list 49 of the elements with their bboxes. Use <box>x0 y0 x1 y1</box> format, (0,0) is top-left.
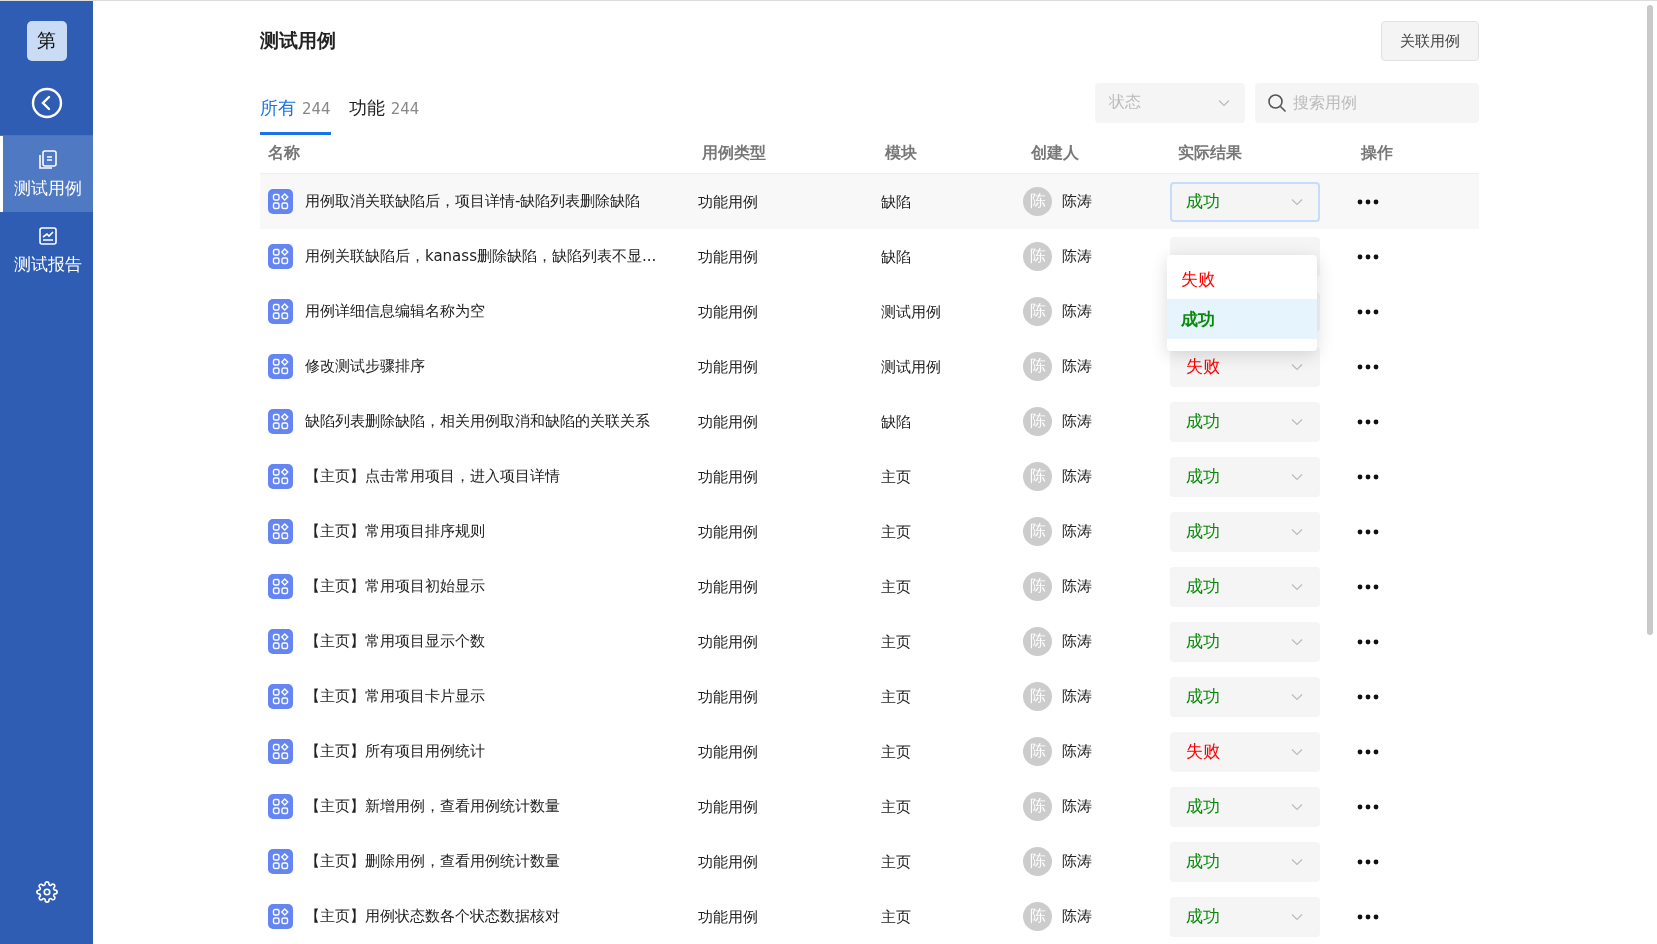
creator-name: 陈涛 <box>1062 852 1092 871</box>
creator-name: 陈涛 <box>1062 907 1092 926</box>
module-name: 主页 <box>881 852 911 871</box>
case-type: 功能用例 <box>698 577 758 596</box>
page-title: 测试用例 <box>260 28 336 54</box>
module-name: 测试用例 <box>881 302 941 321</box>
case-type: 功能用例 <box>698 632 758 651</box>
column-header: 名称 <box>267 143 301 165</box>
module-name: 主页 <box>881 577 911 596</box>
module-name: 主页 <box>881 742 911 761</box>
case-type: 功能用例 <box>698 247 758 266</box>
module-name: 缺陷 <box>881 412 911 431</box>
case-type: 功能用例 <box>698 357 758 376</box>
case-type: 功能用例 <box>698 412 758 431</box>
case-type: 功能用例 <box>698 522 758 541</box>
creator-name: 陈涛 <box>1062 577 1092 596</box>
creator-name: 陈涛 <box>1062 687 1092 706</box>
case-type: 功能用例 <box>698 907 758 926</box>
module-name: 主页 <box>881 522 911 541</box>
creator-name: 陈涛 <box>1062 357 1092 376</box>
module-name: 主页 <box>881 797 911 816</box>
column-header: 实际结果 <box>1177 143 1243 165</box>
column-header: 操作 <box>1359 143 1394 165</box>
case-type: 功能用例 <box>698 742 758 761</box>
case-type: 功能用例 <box>698 687 758 706</box>
module-name: 主页 <box>881 687 911 706</box>
creator-name: 陈涛 <box>1062 467 1092 486</box>
case-type: 功能用例 <box>698 192 758 211</box>
creator-name: 陈涛 <box>1062 742 1092 761</box>
module-name: 测试用例 <box>881 357 941 376</box>
creator-name: 陈涛 <box>1062 797 1092 816</box>
creator-name: 陈涛 <box>1062 192 1092 211</box>
column-header: 用例类型 <box>701 143 767 165</box>
case-type: 功能用例 <box>698 852 758 871</box>
creator-name: 陈涛 <box>1062 247 1092 266</box>
creator-name: 陈涛 <box>1062 522 1092 541</box>
module-name: 主页 <box>881 907 911 926</box>
column-header: 模块 <box>884 143 918 165</box>
case-type: 功能用例 <box>698 467 758 486</box>
case-type: 功能用例 <box>698 797 758 816</box>
module-name: 主页 <box>881 632 911 651</box>
column-header: 创建人 <box>1030 143 1080 165</box>
module-name: 缺陷 <box>881 247 911 266</box>
module-name: 主页 <box>881 467 911 486</box>
creator-name: 陈涛 <box>1062 632 1092 651</box>
creator-name: 陈涛 <box>1062 412 1092 431</box>
case-type: 功能用例 <box>698 302 758 321</box>
module-name: 缺陷 <box>881 192 911 211</box>
creator-name: 陈涛 <box>1062 302 1092 321</box>
